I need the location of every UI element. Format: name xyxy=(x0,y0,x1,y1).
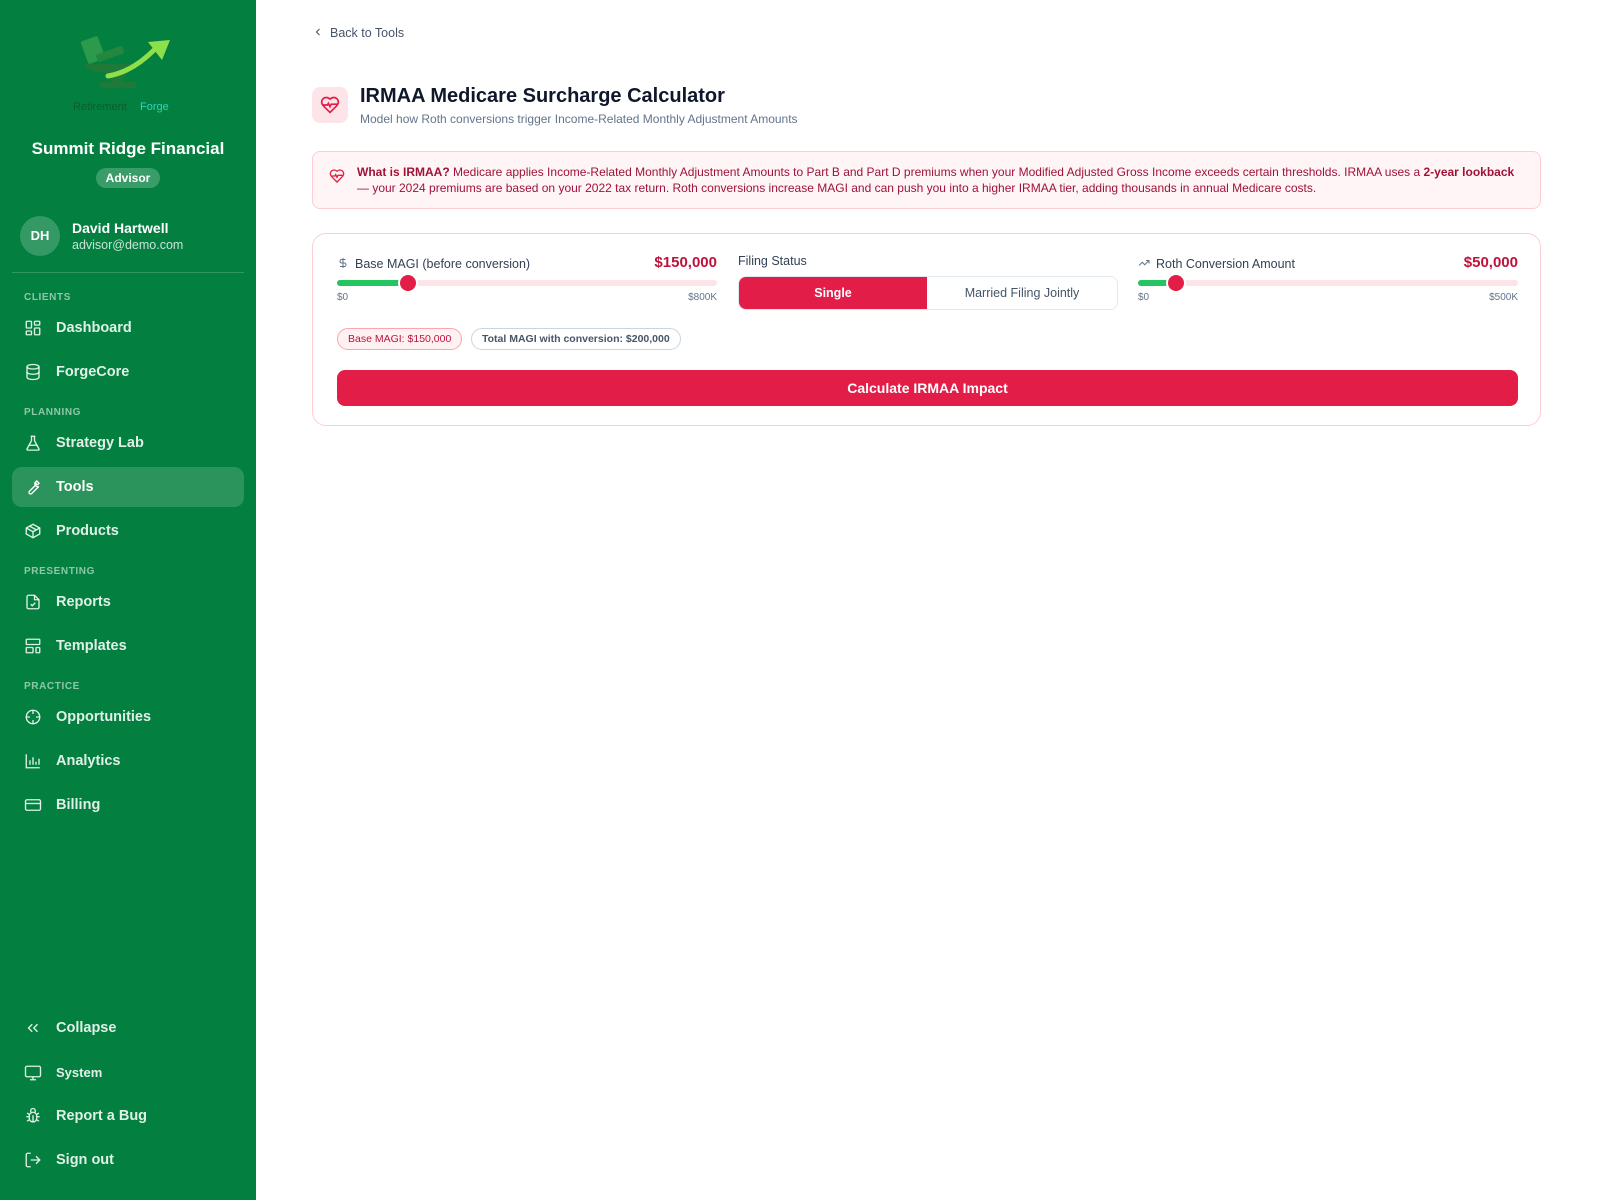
crosshair-icon xyxy=(24,708,42,726)
base-magi-slider-group: Base MAGI (before conversion) $150,000 $… xyxy=(337,254,717,304)
base-magi-value: $150,000 xyxy=(654,254,717,271)
flask-icon xyxy=(24,434,42,452)
irmaa-info-callout: What is IRMAA? Medicare applies Income-R… xyxy=(312,151,1541,209)
report-bug-label: Report a Bug xyxy=(56,1108,148,1124)
user-name: David Hartwell xyxy=(72,220,169,236)
base-magi-label-text: Base MAGI (before conversion) xyxy=(355,257,531,271)
sidebar-item-label: Opportunities xyxy=(56,709,152,725)
roth-conversion-label-text: Roth Conversion Amount xyxy=(1156,257,1295,271)
sidebar-item-tools[interactable]: Tools xyxy=(12,467,244,507)
sidebar-item-label: Reports xyxy=(56,594,111,610)
chevrons-left-icon xyxy=(24,1019,42,1037)
sidebar-item-label: Strategy Lab xyxy=(56,435,144,451)
sidebar-item-label: ForgeCore xyxy=(56,364,130,380)
chevron-left-icon xyxy=(312,26,324,38)
base-magi-max: $800K xyxy=(688,292,717,303)
section-label-planning: PLANNING xyxy=(24,407,82,418)
base-magi-slider[interactable] xyxy=(337,275,717,291)
roth-conversion-max: $500K xyxy=(1489,292,1518,303)
system-label: System xyxy=(56,1065,103,1080)
trending-up-icon xyxy=(1138,257,1150,269)
sidebar-item-label: Templates xyxy=(56,638,127,654)
section-label-presenting: PRESENTING xyxy=(24,566,96,577)
database-icon xyxy=(24,363,42,381)
user-profile[interactable]: DH David Hartwell advisor@demo.com xyxy=(20,216,240,256)
filing-status-single[interactable]: Single xyxy=(739,277,927,309)
section-label-clients: CLIENTS xyxy=(24,292,71,303)
sidebar-item-label: Dashboard xyxy=(56,320,132,336)
retirement-forge-logo[interactable]: Retirement Forge xyxy=(70,24,180,116)
sidebar-divider xyxy=(12,272,244,273)
dollar-sign-icon xyxy=(337,257,349,269)
sidebar-item-analytics[interactable]: Analytics xyxy=(12,741,244,781)
info-text-1: Medicare applies Income-Related Monthly … xyxy=(449,165,1424,179)
base-magi-min: $0 xyxy=(337,292,349,303)
bar-chart-icon xyxy=(24,752,42,770)
sign-out-label: Sign out xyxy=(56,1152,114,1168)
org-name: Summit Ridge Financial xyxy=(31,139,225,158)
filing-status-group: Filing Status Single Married Filing Join… xyxy=(738,254,1118,310)
roth-conversion-value: $50,000 xyxy=(1463,254,1518,271)
page-subtitle: Model how Roth conversions trigger Incom… xyxy=(360,112,798,126)
base-magi-slider-fill xyxy=(337,280,409,286)
wrench-icon xyxy=(24,478,42,496)
layout-template-icon xyxy=(24,637,42,655)
total-magi-chip: Total MAGI with conversion: $200,000 xyxy=(471,328,681,350)
sidebar-item-strategy-lab[interactable]: Strategy Lab xyxy=(12,423,244,463)
sidebar-item-forgecore[interactable]: ForgeCore xyxy=(12,352,244,392)
roth-conversion-min: $0 xyxy=(1138,292,1150,303)
sidebar-item-templates[interactable]: Templates xyxy=(12,626,244,666)
bug-icon xyxy=(24,1107,42,1125)
sidebar-item-products[interactable]: Products xyxy=(12,511,244,551)
base-magi-slider-thumb[interactable] xyxy=(400,275,417,291)
calculate-irmaa-button[interactable]: Calculate IRMAA Impact xyxy=(337,370,1518,406)
roth-conversion-slider-thumb[interactable] xyxy=(1168,275,1184,291)
collapse-button[interactable]: Collapse xyxy=(12,1008,244,1048)
filing-status-label: Filing Status xyxy=(738,254,807,268)
sign-out-button[interactable]: Sign out xyxy=(12,1140,244,1180)
monitor-icon xyxy=(24,1064,42,1082)
role-badge: Advisor xyxy=(96,168,160,188)
info-text-2: — your 2024 premiums are based on your 2… xyxy=(357,181,1317,195)
calculator-card: Base MAGI (before conversion) $150,000 $… xyxy=(312,233,1541,426)
layout-grid-icon xyxy=(24,319,42,337)
base-magi-label: Base MAGI (before conversion) xyxy=(337,257,530,271)
roth-conversion-slider[interactable] xyxy=(1138,275,1518,291)
box-icon xyxy=(24,522,42,540)
sidebar-item-billing[interactable]: Billing xyxy=(12,785,244,825)
user-email: advisor@demo.com xyxy=(72,238,184,252)
sidebar-item-label: Billing xyxy=(56,797,101,813)
credit-card-icon xyxy=(24,796,42,814)
back-link-label: Back to Tools xyxy=(330,26,405,40)
back-to-tools-link[interactable]: Back to Tools xyxy=(312,26,404,44)
logo-wordmark: Retirement xyxy=(73,101,127,113)
file-check-icon xyxy=(24,593,42,611)
roth-conversion-slider-group: Roth Conversion Amount $50,000 $0 $500K xyxy=(1138,254,1518,304)
sidebar-item-opportunities[interactable]: Opportunities xyxy=(12,697,244,737)
heart-pulse-icon xyxy=(329,168,345,184)
info-bold: 2-year lookback xyxy=(1423,165,1515,179)
sidebar-item-label: Tools xyxy=(56,479,94,495)
filing-status-married-jointly[interactable]: Married Filing Jointly xyxy=(927,277,1117,309)
sidebar-item-dashboard[interactable]: Dashboard xyxy=(12,308,244,348)
sidebar-item-label: Products xyxy=(56,523,119,539)
roth-conversion-label: Roth Conversion Amount xyxy=(1138,257,1295,271)
sidebar: Retirement Forge Summit Ridge Financial … xyxy=(0,0,256,1200)
info-text: What is IRMAA? Medicare applies Income-R… xyxy=(357,164,1529,196)
section-label-practice: PRACTICE xyxy=(24,681,80,692)
filing-status-toggle: Single Married Filing Jointly xyxy=(738,276,1118,310)
sidebar-item-label: Analytics xyxy=(56,753,121,769)
collapse-label: Collapse xyxy=(56,1020,117,1036)
info-lead: What is IRMAA? xyxy=(357,165,450,179)
svg-text:Forge: Forge xyxy=(140,101,169,113)
avatar: DH xyxy=(20,216,60,256)
theme-system-button[interactable]: System xyxy=(12,1053,244,1093)
heart-pulse-icon xyxy=(312,87,348,123)
report-bug-button[interactable]: Report a Bug xyxy=(12,1096,244,1136)
base-magi-chip: Base MAGI: $150,000 xyxy=(337,328,463,350)
log-out-icon xyxy=(24,1151,42,1169)
page-title: IRMAA Medicare Surcharge Calculator xyxy=(360,85,725,107)
sidebar-item-reports[interactable]: Reports xyxy=(12,582,244,622)
